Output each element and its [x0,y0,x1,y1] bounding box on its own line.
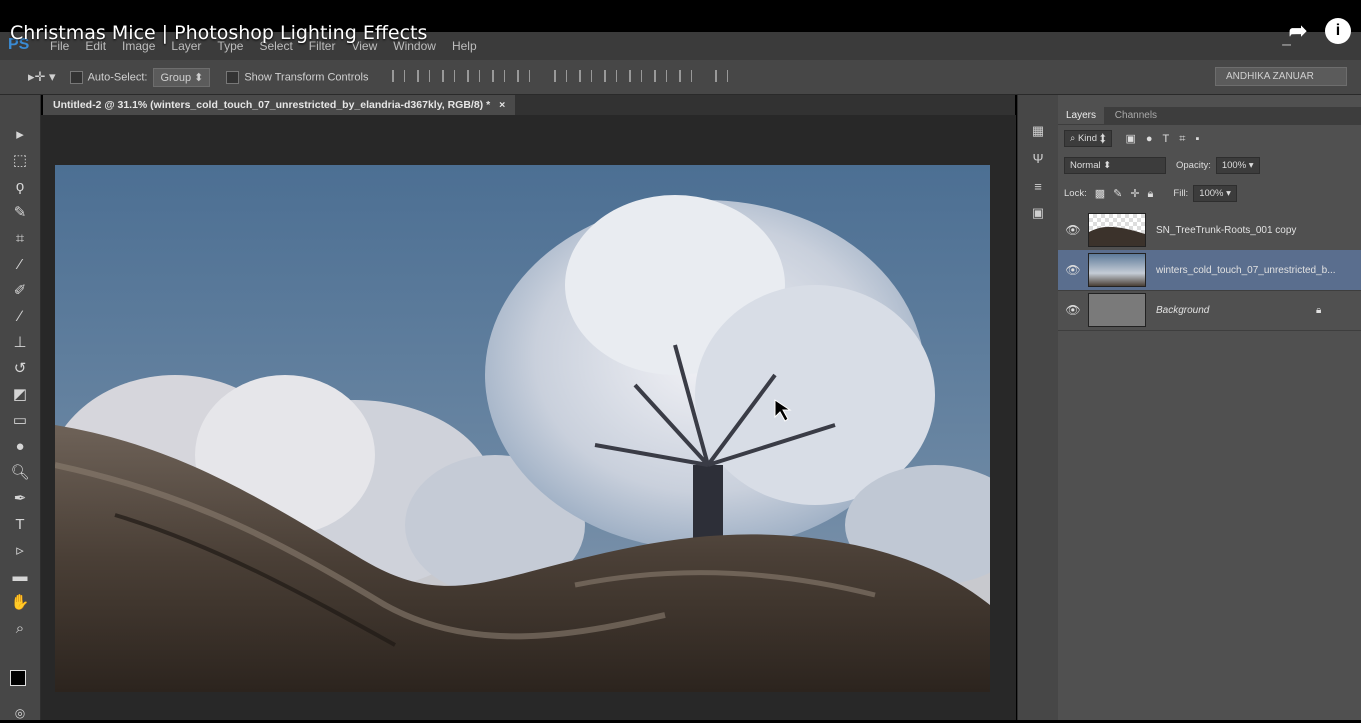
layer-thumbnail [1088,213,1146,247]
menu-help[interactable]: Help [452,39,477,53]
tools-panel: ▸ ⬚ ϙ ✎ ⌗ ⁄ ✐ ∕ ⊥ ↺ ◩ ▭ ● 🔍︎ ✒ T ▹ ▬ ✋ ⌕… [0,95,41,720]
filter-kind-value: Kind [1077,133,1097,144]
type-tool-icon[interactable]: T [10,515,30,535]
document-tab-title: Untitled-2 @ 31.1% (winters_cold_touch_0… [53,99,491,111]
auto-select-label: Auto-Select: [87,70,148,83]
filter-type-icons[interactable]: ▣●T⌗▪ [1126,132,1210,146]
dodge-icon[interactable]: 🔍︎ [10,463,30,483]
blend-mode-dropdown[interactable]: Normal ⬍ [1064,157,1166,174]
move-tool-preset-icon[interactable]: ▸✛ ▾ [28,69,56,85]
canvas-image[interactable] [55,165,990,692]
filter-kind-dropdown[interactable]: ⌕ Kind ⬍ [1064,130,1112,147]
share-icon[interactable]: ➦ [1285,18,1311,44]
opacity-value: 100% [1221,160,1247,171]
eraser-icon[interactable]: ◩ [10,385,30,405]
hand-tool-icon[interactable]: ✋ [10,593,30,613]
frosty-tree-photo [55,165,990,692]
video-title: Christmas Mice | Photoshop Lighting Effe… [10,22,428,44]
layer-name: Background [1156,304,1210,316]
blend-mode-value: Normal [1070,160,1101,171]
path-select-icon[interactable]: ▹ [10,541,30,561]
layer-name: winters_cold_touch_07_unrestricted_b... [1156,264,1336,276]
brush-panel-icon[interactable]: Ψ [1029,151,1047,167]
adjustments-panel-icon[interactable]: ≡ [1029,179,1047,195]
fill-field[interactable]: 100% ▾ [1193,185,1237,202]
tab-layers[interactable]: Layers [1058,107,1105,124]
video-controls: ➦ i [1285,18,1351,44]
opacity-label: Opacity: [1176,160,1211,171]
layer-row[interactable]: 👁︎ SN_TreeTrunk-Roots_001 copy [1058,210,1361,251]
blend-row: Normal ⬍ Opacity: 100% ▾ [1064,157,1260,174]
move-tool-icon[interactable]: ▸ [10,125,30,145]
fill-label: Fill: [1173,188,1189,199]
layer-thumbnail [1088,253,1146,287]
lasso-tool-icon[interactable]: ϙ [10,177,30,197]
info-icon[interactable]: i [1325,18,1351,44]
zoom-tool-icon[interactable]: ⌕ [10,619,30,639]
align-icons[interactable] [380,69,728,85]
lock-icon: 🔒︎ [1316,304,1322,316]
healing-brush-icon[interactable]: ✐ [10,281,30,301]
brush-tool-icon[interactable]: ∕ [10,307,30,327]
eye-icon[interactable]: 👁︎ [1058,223,1088,237]
blur-icon[interactable]: ● [10,437,30,457]
auto-select-dropdown[interactable]: Group ⬍ [153,67,211,87]
panel-tabs: Layers Channels [1058,107,1361,125]
layer-row[interactable]: 👁︎ Background 🔒︎ [1058,290,1361,331]
auto-select-checkbox[interactable]: Auto-Select: [69,70,148,84]
grid-panel-icon[interactable]: ▦ [1029,123,1047,139]
properties-panel-icon[interactable]: ▣ [1029,205,1047,221]
pen-tool-icon[interactable]: ✒ [10,489,30,509]
layer-row-selected[interactable]: 👁︎ winters_cold_touch_07_unrestricted_b.… [1058,250,1361,291]
opacity-field[interactable]: 100% ▾ [1215,157,1260,174]
eye-icon[interactable]: 👁︎ [1058,263,1088,277]
clone-stamp-icon[interactable]: ⊥ [10,333,30,353]
quick-select-icon[interactable]: ✎ [10,203,30,223]
panel-dock: ▦ Ψ ≡ ▣ [1017,95,1059,720]
quick-mask-icon[interactable]: ◎ [10,703,30,723]
lock-label: Lock: [1064,188,1087,199]
layer-thumbnail [1088,293,1146,327]
layer-filter-row: ⌕ Kind ⬍ ▣●T⌗▪ [1064,130,1209,147]
show-transform-label: Show Transform Controls [244,70,369,83]
fill-value: 100% [1199,188,1224,199]
eye-icon[interactable]: 👁︎ [1058,303,1088,317]
document-tab[interactable]: Untitled-2 @ 31.1% (winters_cold_touch_0… [43,95,516,115]
workspace-user[interactable]: ANDHIKA ZANUAR [1215,67,1347,86]
options-bar: ▸✛ ▾ Auto-Select: Group ⬍ Show Transform… [0,60,1361,95]
marquee-tool-icon[interactable]: ⬚ [10,151,30,171]
foreground-color-swatch[interactable] [10,670,26,686]
lock-row: Lock: ▩✎✛🔒︎ Fill: 100% ▾ [1064,185,1237,202]
rectangle-tool-icon[interactable]: ▬ [10,567,30,587]
layers-panel: Layers Channels ⌕ Kind ⬍ ▣●T⌗▪ Normal ⬍ … [1058,95,1361,720]
history-brush-icon[interactable]: ↺ [10,359,30,379]
gradient-icon[interactable]: ▭ [10,411,30,431]
auto-select-value: Group [160,71,192,84]
lock-icons[interactable]: ▩✎✛🔒︎ [1095,187,1162,201]
document-tabs: Untitled-2 @ 31.1% (winters_cold_touch_0… [43,95,1015,115]
layer-name: SN_TreeTrunk-Roots_001 copy [1156,224,1297,236]
crop-tool-icon[interactable]: ⌗ [10,229,30,249]
close-tab-icon[interactable]: × [499,99,505,111]
show-transform-checkbox[interactable]: Show Transform Controls [226,70,369,84]
tab-channels[interactable]: Channels [1107,107,1165,124]
eyedropper-icon[interactable]: ⁄ [10,255,30,275]
